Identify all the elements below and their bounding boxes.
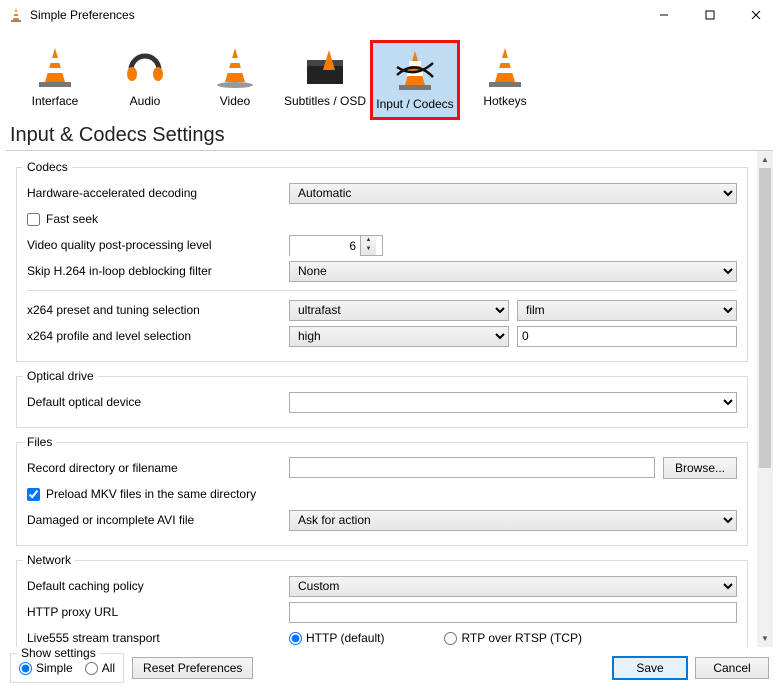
live555-label: Live555 stream transport <box>27 631 289 645</box>
headphones-cone-icon <box>121 46 169 88</box>
live555-rtp-input[interactable] <box>444 632 457 645</box>
preload-mkv-checkbox[interactable]: Preload MKV files in the same directory <box>27 487 256 501</box>
x264-level-input[interactable] <box>517 326 737 347</box>
x264-profile-select[interactable]: high <box>289 326 509 347</box>
scroll-thumb[interactable] <box>759 168 771 468</box>
x264-tune-select[interactable]: film <box>517 300 737 321</box>
show-all-input[interactable] <box>85 662 98 675</box>
tab-label: Audio <box>100 94 190 108</box>
show-all-radio[interactable]: All <box>85 661 115 675</box>
tab-label: Interface <box>10 94 100 108</box>
damaged-avi-select[interactable]: Ask for action <box>289 510 737 531</box>
caching-select[interactable]: Custom <box>289 576 737 597</box>
reset-preferences-button[interactable]: Reset Preferences <box>132 657 253 679</box>
x264-preset-label: x264 preset and tuning selection <box>27 303 289 317</box>
footer: Show settings Simple All Reset Preferenc… <box>0 647 779 689</box>
group-legend: Network <box>23 553 75 567</box>
show-simple-label: Simple <box>36 661 73 675</box>
vertical-scrollbar[interactable]: ▲ ▼ <box>756 151 773 647</box>
maximize-button[interactable] <box>687 0 733 30</box>
tab-audio[interactable]: Audio <box>100 40 190 120</box>
show-simple-input[interactable] <box>19 662 32 675</box>
tab-input-codecs[interactable]: Input / Codecs <box>370 40 460 120</box>
tab-label: Hotkeys <box>460 94 550 108</box>
scroll-down-icon[interactable]: ▼ <box>757 630 773 647</box>
preload-mkv-label: Preload MKV files in the same directory <box>46 487 256 501</box>
group-legend: Optical drive <box>23 369 98 383</box>
pp-level-input[interactable] <box>290 236 360 257</box>
tab-interface[interactable]: Interface <box>10 40 100 120</box>
show-settings-group: Show settings Simple All <box>10 653 124 683</box>
cone-shadow-icon <box>211 46 259 88</box>
fast-seek-input[interactable] <box>27 213 40 226</box>
tab-label: Subtitles / OSD <box>280 94 370 108</box>
category-tabs: Interface Audio Video Subtitles / OSD In… <box>0 30 779 120</box>
cone-cables-icon <box>391 49 439 91</box>
fast-seek-label: Fast seek <box>46 212 98 226</box>
group-files: Files Record directory or filename Brows… <box>16 442 748 546</box>
tab-hotkeys[interactable]: Hotkeys <box>460 40 550 120</box>
group-network: Network Default caching policy Custom HT… <box>16 560 748 647</box>
live555-http-input[interactable] <box>289 632 302 645</box>
cone-icon <box>31 46 79 88</box>
skip-loop-label: Skip H.264 in-loop deblocking filter <box>27 264 289 278</box>
spin-down[interactable]: ▼ <box>361 245 376 255</box>
live555-http-label: HTTP (default) <box>306 631 384 645</box>
default-optical-label: Default optical device <box>27 395 289 409</box>
x264-profile-label: x264 profile and level selection <box>27 329 289 343</box>
page-title: Input & Codecs Settings <box>0 120 779 153</box>
settings-scroll-area: Codecs Hardware-accelerated decoding Aut… <box>6 150 773 647</box>
tab-subtitles[interactable]: Subtitles / OSD <box>280 40 370 120</box>
tab-label: Input / Codecs <box>373 97 457 111</box>
cone-icon <box>481 46 529 88</box>
window-title: Simple Preferences <box>30 8 641 22</box>
clapperboard-cone-icon <box>301 46 349 88</box>
group-legend: Codecs <box>23 160 72 174</box>
browse-button[interactable]: Browse... <box>663 457 737 479</box>
scroll-up-icon[interactable]: ▲ <box>757 151 773 168</box>
spin-up[interactable]: ▲ <box>361 236 376 246</box>
show-all-label: All <box>102 661 115 675</box>
live555-rtp-radio[interactable]: RTP over RTSP (TCP) <box>444 631 581 645</box>
preload-mkv-input[interactable] <box>27 488 40 501</box>
group-codecs: Codecs Hardware-accelerated decoding Aut… <box>16 167 748 362</box>
group-optical: Optical drive Default optical device <box>16 376 748 428</box>
damaged-avi-label: Damaged or incomplete AVI file <box>27 513 289 527</box>
proxy-input[interactable] <box>289 602 737 623</box>
live555-rtp-label: RTP over RTSP (TCP) <box>461 631 581 645</box>
divider <box>27 290 737 291</box>
skip-loop-select[interactable]: None <box>289 261 737 282</box>
show-settings-legend: Show settings <box>17 646 100 660</box>
hw-decoding-select[interactable]: Automatic <box>289 183 737 204</box>
record-dir-input[interactable] <box>289 457 655 478</box>
pp-level-label: Video quality post-processing level <box>27 238 289 252</box>
cancel-button[interactable]: Cancel <box>695 657 769 679</box>
titlebar: Simple Preferences <box>0 0 779 30</box>
tab-label: Video <box>190 94 280 108</box>
app-icon <box>8 7 24 23</box>
record-dir-label: Record directory or filename <box>27 461 289 475</box>
caching-label: Default caching policy <box>27 579 289 593</box>
pp-level-spinbox[interactable]: ▲ ▼ <box>289 235 383 256</box>
proxy-label: HTTP proxy URL <box>27 605 289 619</box>
live555-http-radio[interactable]: HTTP (default) <box>289 631 384 645</box>
fast-seek-checkbox[interactable]: Fast seek <box>27 212 98 226</box>
show-simple-radio[interactable]: Simple <box>19 661 73 675</box>
close-button[interactable] <box>733 0 779 30</box>
group-legend: Files <box>23 435 56 449</box>
save-button[interactable]: Save <box>613 657 687 679</box>
tab-video[interactable]: Video <box>190 40 280 120</box>
hw-decoding-label: Hardware-accelerated decoding <box>27 186 289 200</box>
minimize-button[interactable] <box>641 0 687 30</box>
x264-preset-select[interactable]: ultrafast <box>289 300 509 321</box>
default-optical-select[interactable] <box>289 392 737 413</box>
